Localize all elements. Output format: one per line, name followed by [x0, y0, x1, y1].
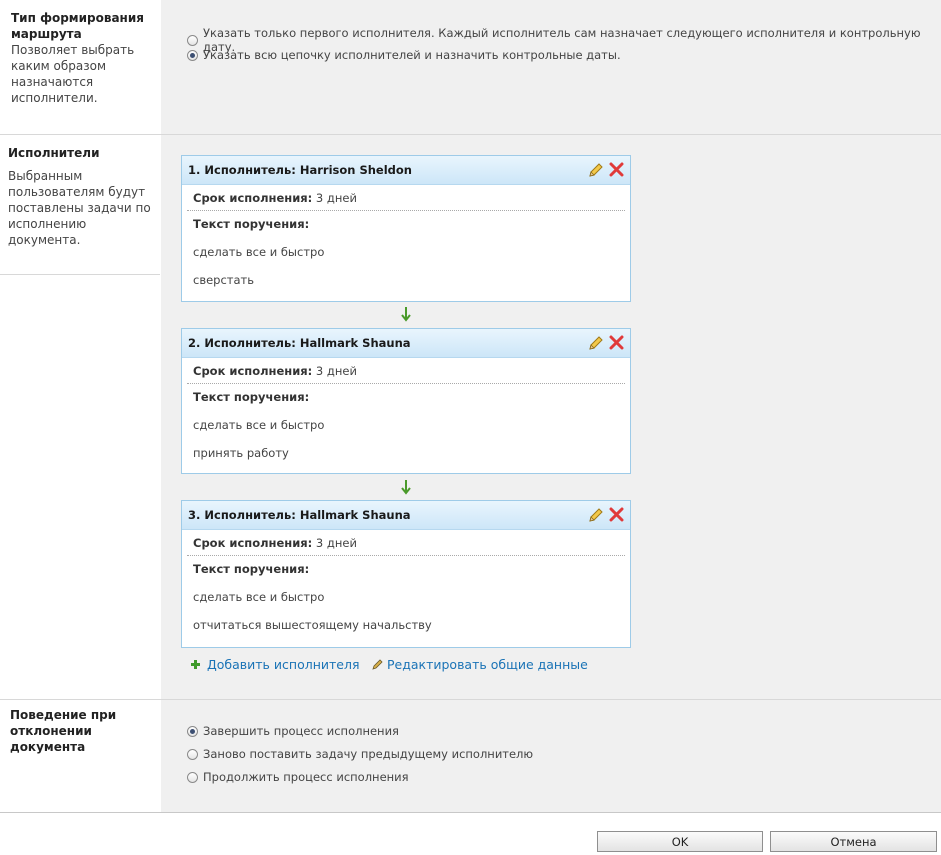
deadline-row: Срок исполнения: 3 дней: [187, 185, 625, 211]
deadline-row: Срок исполнения: 3 дней: [187, 530, 625, 556]
pencil-icon[interactable]: [588, 335, 604, 351]
arrow-down-icon: [401, 480, 411, 495]
task-text-line: принять работу: [193, 446, 289, 460]
executor-card-3: 3. Исполнитель: Hallmark Shauna Срок исп…: [181, 500, 631, 648]
rejection-option-reassign-previous[interactable]: Заново поставить задачу предыдущему испо…: [187, 747, 533, 761]
edit-common-data-label: Редактировать общие данные: [387, 657, 588, 672]
close-icon[interactable]: [609, 335, 624, 350]
deadline-label: Срок исполнения:: [193, 364, 313, 378]
radio-label: Заново поставить задачу предыдущему испо…: [203, 747, 534, 761]
task-text-label: Текст поручения:: [193, 390, 310, 404]
cancel-button[interactable]: Отмена: [770, 831, 937, 852]
left-divider: [0, 274, 160, 275]
route-type-title: Тип формирования маршрута: [11, 11, 144, 41]
pencil-icon: [372, 659, 383, 670]
executors-label-block: Исполнители Выбранным пользователям буду…: [8, 145, 156, 248]
executor-card-title: 3. Исполнитель: Hallmark Shauna: [188, 508, 411, 522]
executor-card-title: 1. Исполнитель: Harrison Sheldon: [188, 163, 412, 177]
radio-label: Продолжить процесс исполнения: [203, 770, 409, 784]
rejection-option-finish[interactable]: Завершить процесс исполнения: [187, 724, 399, 738]
task-text-line: сделать все и быстро: [193, 245, 325, 259]
arrow-down-icon: [401, 307, 411, 322]
section-divider: [0, 134, 941, 135]
rejection-label-block: Поведение при отклонении документа: [10, 707, 155, 755]
executors-description: Выбранным пользователям будут поставлены…: [8, 169, 151, 247]
footer-divider: [0, 812, 941, 813]
route-type-description: Позволяет выбрать каким образом назначаю…: [11, 43, 135, 105]
task-text-line: сделать все и быстро: [193, 590, 325, 604]
deadline-value: 3 дней: [315, 364, 357, 378]
deadline-label: Срок исполнения:: [193, 191, 313, 205]
close-icon[interactable]: [609, 507, 624, 522]
radio-button[interactable]: [187, 748, 198, 760]
deadline-value: 3 дней: [315, 191, 357, 205]
deadline-row: Срок исполнения: 3 дней: [187, 358, 625, 384]
close-icon[interactable]: [609, 162, 624, 177]
executor-card-2: 2. Исполнитель: Hallmark Shauna Срок исп…: [181, 328, 631, 474]
deadline-value: 3 дней: [315, 536, 357, 550]
deadline-label: Срок исполнения:: [193, 536, 313, 550]
executor-card-title: 2. Исполнитель: Hallmark Shauna: [188, 336, 411, 350]
task-text-line: отчитаться вышестоящему начальству: [193, 618, 432, 632]
plus-icon: [191, 660, 200, 669]
add-executor-link[interactable]: Добавить исполнителя: [190, 657, 359, 672]
section-divider: [0, 699, 941, 700]
radio-label: Указать всю цепочку исполнителей и назна…: [203, 48, 621, 62]
route-type-label-block: Тип формирования маршрута Позволяет выбр…: [11, 10, 156, 106]
ok-button[interactable]: OK: [597, 831, 763, 852]
executor-card-header: 1. Исполнитель: Harrison Sheldon: [182, 156, 630, 185]
rejection-option-continue[interactable]: Продолжить процесс исполнения: [187, 770, 409, 784]
executor-card-1: 1. Исполнитель: Harrison Sheldon Срок ис…: [181, 155, 631, 302]
radio-button-selected[interactable]: [187, 49, 198, 61]
pencil-icon[interactable]: [588, 507, 604, 523]
task-text-label: Текст поручения:: [193, 217, 310, 231]
executor-card-header: 2. Исполнитель: Hallmark Shauna: [182, 329, 630, 358]
executors-title: Исполнители: [8, 146, 100, 160]
radio-button[interactable]: [187, 771, 198, 783]
rejection-title: Поведение при отклонении документа: [10, 708, 117, 754]
task-text-line: сверстать: [193, 273, 255, 287]
task-text-label: Текст поручения:: [193, 562, 310, 576]
executor-card-header: 3. Исполнитель: Hallmark Shauna: [182, 501, 630, 530]
edit-common-data-link[interactable]: Редактировать общие данные: [372, 657, 588, 672]
route-option-full-chain[interactable]: Указать всю цепочку исполнителей и назна…: [187, 48, 621, 62]
add-executor-label: Добавить исполнителя: [207, 657, 360, 672]
radio-button[interactable]: [187, 34, 198, 46]
task-text-line: сделать все и быстро: [193, 418, 325, 432]
radio-label: Завершить процесс исполнения: [203, 724, 399, 738]
radio-button-selected[interactable]: [187, 725, 198, 737]
pencil-icon[interactable]: [588, 162, 604, 178]
